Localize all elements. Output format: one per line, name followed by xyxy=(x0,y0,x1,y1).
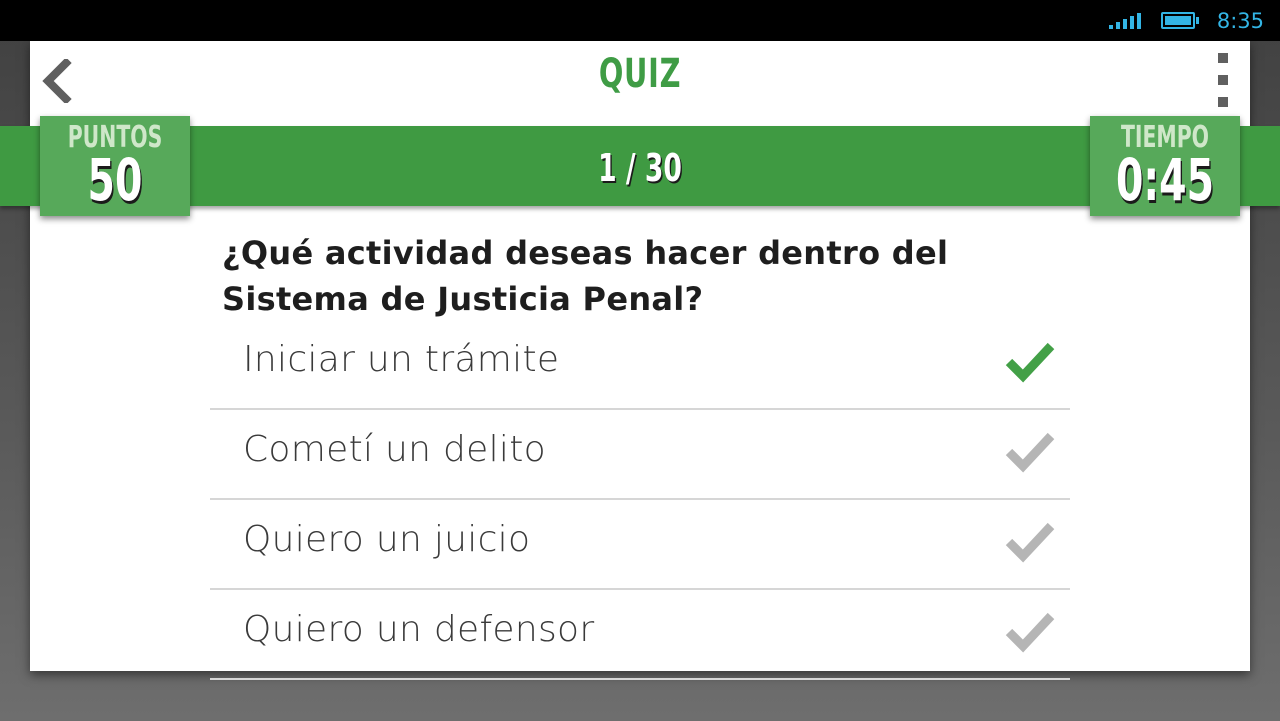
back-button[interactable] xyxy=(36,57,76,105)
answer-label: Quiero un defensor xyxy=(243,609,595,650)
time-box: TIEMPO 0:45 xyxy=(1090,116,1240,216)
points-box: PUNTOS 50 xyxy=(40,116,190,216)
answer-option[interactable]: Cometí un delito xyxy=(210,410,1070,500)
answer-option[interactable]: Quiero un defensor xyxy=(210,590,1070,680)
checkmark-icon xyxy=(1005,612,1055,653)
status-bar: 8:35 xyxy=(0,0,1280,41)
signal-icon xyxy=(1108,12,1141,29)
checkmark-icon xyxy=(1005,342,1055,383)
answer-option[interactable]: Iniciar un trámite xyxy=(210,320,1070,410)
answer-label: Quiero un juicio xyxy=(243,519,531,560)
page-title: QUIZ xyxy=(598,51,682,97)
answer-option[interactable]: Quiero un juicio xyxy=(210,500,1070,590)
progress-band: 1 / 30 xyxy=(0,126,1280,206)
battery-icon xyxy=(1160,12,1199,29)
checkmark-icon xyxy=(1005,522,1055,563)
overflow-menu-icon[interactable] xyxy=(1218,53,1232,107)
answer-label: Iniciar un trámite xyxy=(243,339,560,380)
question-text: ¿Qué actividad deseas hacer dentro del S… xyxy=(222,234,949,318)
checkmark-icon xyxy=(1005,432,1055,473)
points-value: 50 xyxy=(87,146,143,214)
answer-label: Cometí un delito xyxy=(243,429,546,470)
answer-list: Iniciar un trámite Cometí un delito Quie… xyxy=(210,320,1070,680)
status-clock: 8:35 xyxy=(1216,8,1264,33)
time-value: 0:45 xyxy=(1115,146,1215,214)
question-progress: 1 / 30 xyxy=(598,146,682,190)
chevron-left-icon xyxy=(42,57,72,105)
